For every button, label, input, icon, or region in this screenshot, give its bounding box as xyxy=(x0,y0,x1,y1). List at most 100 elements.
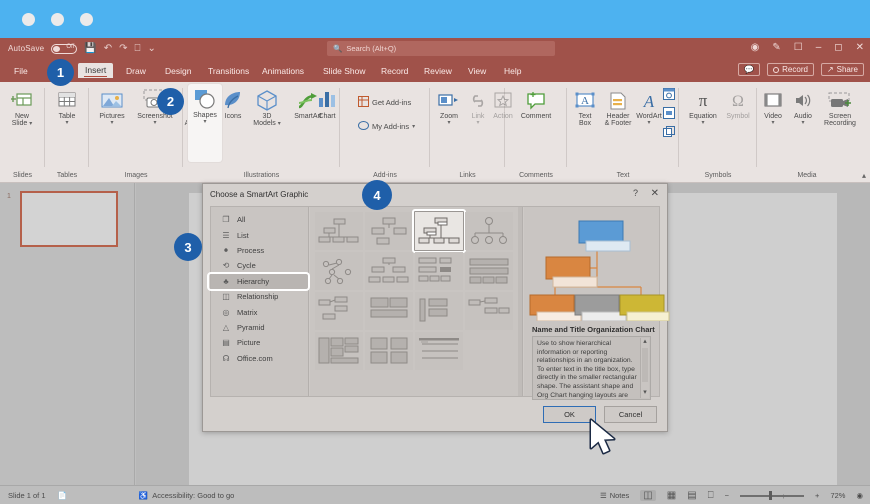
gallery-item-horizontal-organization-chart[interactable] xyxy=(315,292,363,330)
fit-slide-icon[interactable]: ◉ xyxy=(856,491,863,500)
gallery-item-circle-picture-hierarchy[interactable] xyxy=(315,252,363,290)
present-icon[interactable]: ⎕ xyxy=(135,43,141,54)
tab-record[interactable]: Record xyxy=(375,64,414,78)
minimize-icon[interactable]: – xyxy=(816,42,822,53)
tab-animations[interactable]: Animations xyxy=(256,64,310,78)
gallery-item-lined-list[interactable] xyxy=(365,332,413,370)
gallery-scrollbar[interactable] xyxy=(518,207,522,396)
comment-button[interactable]: 💬 xyxy=(738,63,761,76)
category-hierarchy[interactable]: ♣ Hierarchy xyxy=(207,271,310,292)
slide-number-button[interactable] xyxy=(663,107,675,119)
scroll-down-icon[interactable]: ▾ xyxy=(641,389,649,398)
notes-button[interactable]: ☰ Notes xyxy=(600,491,629,500)
help-icon[interactable]: ? xyxy=(633,188,638,198)
category-list-item[interactable]: ☰ List xyxy=(211,227,308,242)
zoom-in-button[interactable]: + xyxy=(815,491,819,500)
gallery-item-labeled-hierarchy[interactable] xyxy=(415,252,463,290)
gallery-item-name-and-title-organization-chart[interactable] xyxy=(412,209,466,253)
pen-icon[interactable]: ✎ xyxy=(772,42,780,53)
gallery-item-half-circle-organization-chart[interactable] xyxy=(465,212,513,250)
text-box-button[interactable]: A Text Box xyxy=(570,85,600,127)
date-time-button[interactable] xyxy=(663,88,675,100)
search-input[interactable]: 🔍 Search (Alt+Q) xyxy=(327,41,555,56)
chevron-up-icon[interactable]: ▴ xyxy=(862,171,866,180)
new-slide-button[interactable]: New Slide ▾ xyxy=(1,85,43,127)
window-close-dot[interactable] xyxy=(22,13,35,26)
more-icon[interactable]: ⌄ xyxy=(148,43,156,54)
tab-design[interactable]: Design xyxy=(159,64,197,78)
category-pyramid[interactable]: △ Pyramid xyxy=(211,320,308,335)
tab-help[interactable]: Help xyxy=(498,64,527,78)
share-button[interactable]: ↗ Share xyxy=(820,63,864,76)
wordart-button[interactable]: A WordArt ▾ xyxy=(632,85,666,126)
category-relationship[interactable]: ◫ Relationship xyxy=(211,289,308,304)
gallery-item-table-hierarchy[interactable] xyxy=(465,252,513,290)
tab-transitions[interactable]: Transitions xyxy=(202,64,255,78)
category-matrix[interactable]: ◎ Matrix xyxy=(211,304,308,319)
chart-button[interactable]: Chart xyxy=(310,85,344,122)
symbol-button[interactable]: Ω Symbol xyxy=(720,85,756,122)
tab-slide-show[interactable]: Slide Show xyxy=(317,64,372,78)
shapes-button[interactable]: Shapes ▾ xyxy=(188,84,222,162)
category-all[interactable]: ❐ All xyxy=(211,212,308,227)
tab-insert[interactable]: Insert xyxy=(78,63,114,78)
record-button[interactable]: Record xyxy=(767,63,814,76)
slider-thumb[interactable] xyxy=(769,491,773,500)
pictures-button[interactable]: Pictures ▾ xyxy=(91,85,133,126)
table-button[interactable]: Table ▾ xyxy=(46,85,88,126)
scroll-thumb[interactable] xyxy=(642,348,648,382)
globe-icon[interactable]: ◉ xyxy=(751,42,760,53)
redo-icon[interactable]: ↷ xyxy=(119,43,127,54)
icons-button[interactable]: Icons xyxy=(218,85,248,122)
comment-button-ribbon[interactable]: Comment xyxy=(513,85,559,122)
gallery-item-picture-organization-chart[interactable] xyxy=(365,212,413,250)
gallery-item-organization-chart[interactable] xyxy=(315,212,363,250)
gallery-item-hierarchy[interactable] xyxy=(365,252,413,290)
get-addins-button[interactable]: Get Add-ins xyxy=(358,96,411,109)
3d-models-button[interactable]: 3D Models ▾ xyxy=(248,85,286,127)
description-scrollbar[interactable]: ▴ ▾ xyxy=(640,338,649,398)
category-office-com[interactable]: ☊ Office.com xyxy=(211,351,308,366)
my-addins-button[interactable]: My Add-ins ▾ xyxy=(358,120,415,133)
window-minimize-dot[interactable] xyxy=(51,13,64,26)
autosave-toggle[interactable]: Off xyxy=(51,43,78,54)
scroll-up-icon[interactable]: ▴ xyxy=(641,338,649,347)
close-icon[interactable]: ✕ xyxy=(651,188,659,199)
normal-view-icon[interactable]: ◫ xyxy=(640,490,656,501)
category-list[interactable]: ❐ All ☰ List ⦁ Process ⟲ Cycle ♣ Hierarc… xyxy=(207,207,310,396)
gallery-item-horizontal-hierarchy[interactable] xyxy=(415,292,463,330)
restore-icon[interactable]: ☐ xyxy=(794,42,803,53)
screen-recording-button[interactable]: Screen Recording xyxy=(816,85,864,127)
object-button[interactable] xyxy=(663,126,675,138)
save-icon[interactable]: 💾 xyxy=(84,43,96,54)
tab-draw[interactable]: Draw xyxy=(120,64,152,78)
window-maximize-dot[interactable] xyxy=(80,13,93,26)
slideshow-icon[interactable]: ⎕ xyxy=(708,490,714,501)
gallery-item-horizontal-multi-level-hierarchy[interactable] xyxy=(365,292,413,330)
slide-thumbnail-panel[interactable]: 1 xyxy=(0,183,135,485)
smartart-gallery[interactable] xyxy=(310,207,523,396)
gallery-item-horizontal-labeled-hierarchy[interactable] xyxy=(465,292,513,330)
equation-button[interactable]: π Equation ▾ xyxy=(683,85,723,126)
tab-file[interactable]: File xyxy=(8,64,34,78)
smartart-dialog[interactable]: Choose a SmartArt Graphic ? ✕ ❐ All ☰ Li… xyxy=(202,183,670,432)
preview-description-box[interactable]: Use to show hierarchical information or … xyxy=(532,336,651,400)
category-picture[interactable]: ▤ Picture xyxy=(211,335,308,350)
tab-review[interactable]: Review xyxy=(418,64,458,78)
audio-button[interactable]: Audio ▾ xyxy=(788,85,818,126)
category-process[interactable]: ⦁ Process xyxy=(211,243,308,258)
gallery-item-architecture-layout[interactable] xyxy=(315,332,363,370)
zoom-out-button[interactable]: − xyxy=(725,491,729,500)
slide-thumbnail-1[interactable] xyxy=(20,191,118,247)
zoom-slider[interactable]: + xyxy=(740,491,805,501)
maximize-icon[interactable]: ◻ xyxy=(834,42,842,53)
zoom-button[interactable]: Zoom ▾ xyxy=(432,85,466,126)
category-cycle[interactable]: ⟲ Cycle xyxy=(211,258,308,273)
gallery-item-hierarchy-list[interactable] xyxy=(415,332,463,370)
slide-sorter-icon[interactable]: ▦ xyxy=(667,490,676,501)
zoom-level-label[interactable]: 72% xyxy=(830,491,845,500)
tab-view[interactable]: View xyxy=(462,64,492,78)
video-button[interactable]: Video ▾ xyxy=(758,85,788,126)
close-icon[interactable]: ✕ xyxy=(856,42,864,53)
reading-view-icon[interactable]: ▤ xyxy=(687,490,696,501)
